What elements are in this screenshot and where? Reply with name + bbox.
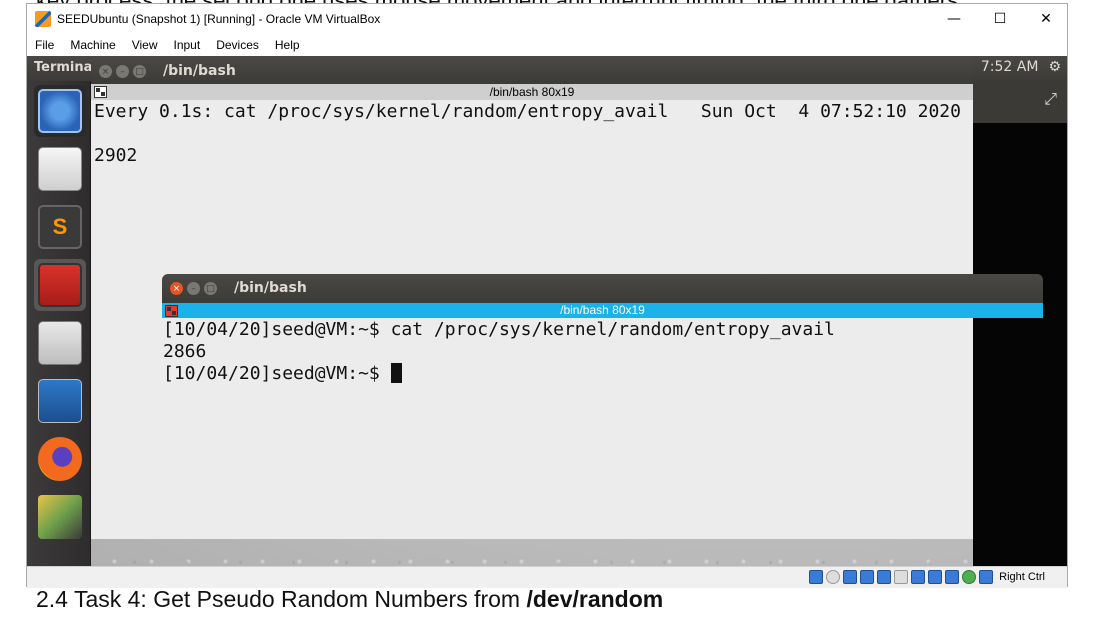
unity-launcher: S [27, 81, 91, 566]
menu-input[interactable]: Input [166, 34, 209, 56]
output-line: 2902 [94, 145, 138, 166]
heading-bold-path: /dev/random [526, 586, 664, 612]
document-heading: 2.4 Task 4: Get Pseudo Random Numbers fr… [36, 586, 663, 613]
shared-folders-icon[interactable] [894, 570, 909, 584]
prompt: [10/04/20]seed@VM:~$ [163, 363, 391, 384]
close-icon[interactable]: × [99, 65, 112, 78]
minimize-icon[interactable]: – [116, 65, 129, 78]
menu-help[interactable]: Help [267, 34, 308, 56]
virtualbox-window: SEEDUbuntu (Snapshot 1) [Running] - Orac… [26, 3, 1068, 588]
output-line: 2866 [163, 341, 207, 362]
status-bar: Right Ctrl [27, 566, 1067, 588]
menu-view[interactable]: View [124, 34, 166, 56]
terminator-icon[interactable] [34, 259, 86, 311]
close-icon[interactable]: × [170, 282, 183, 295]
menu-machine[interactable]: Machine [62, 34, 123, 56]
terminal-title: /bin/bash [163, 63, 236, 79]
window-title: SEEDUbuntu (Snapshot 1) [Running] - Orac… [57, 12, 381, 26]
terminal-title: /bin/bash [234, 280, 307, 296]
host-key-label: Right Ctrl [999, 571, 1045, 583]
ubuntu-dash-icon[interactable] [34, 85, 86, 137]
sublime-text-icon[interactable]: S [34, 201, 86, 253]
optical-drive-icon[interactable] [826, 570, 841, 584]
prompt-line[interactable]: [10/04/20]seed@VM:~$ [163, 363, 1043, 385]
guest-additions-icon[interactable] [962, 570, 977, 584]
tab-title: /bin/bash 80x19 [489, 85, 575, 99]
output-line: Every 0.1s: cat /proc/sys/kernel/random/… [94, 101, 961, 122]
clock[interactable]: 7:52 AM [981, 59, 1039, 75]
minimize-icon[interactable]: – [187, 282, 200, 295]
guest-screen[interactable]: Terminator ⇅ En 🔊︎ 7:52 AM ⚙ S [27, 56, 1067, 566]
settings-gear-icon[interactable]: ⚙ [1048, 59, 1061, 75]
menu-devices[interactable]: Devices [208, 34, 267, 56]
keyboard-capture-icon[interactable] [979, 570, 994, 584]
terminal-tab[interactable]: /bin/bash 80x19 [91, 84, 973, 100]
close-button[interactable]: ✕ [1023, 4, 1069, 34]
top-pane-strip: ⤢ [973, 81, 1067, 123]
menu-file[interactable]: File [27, 34, 62, 56]
maximize-button[interactable]: ☐ [977, 4, 1023, 34]
wireshark-icon[interactable] [34, 375, 86, 427]
usb-icon[interactable] [877, 570, 892, 584]
hard-disk-icon[interactable] [809, 570, 824, 584]
terminal-window-bash[interactable]: × – □ /bin/bash /bin/bash 80x19 [10/04/2… [162, 274, 1043, 566]
text-cursor [390, 363, 402, 383]
menu-bar: File Machine View Input Devices Help [27, 34, 1067, 56]
output-line: [10/04/20]seed@VM:~$ cat /proc/sys/kerne… [163, 319, 835, 340]
file-manager-icon[interactable] [34, 317, 86, 369]
minimize-button[interactable]: — [931, 4, 977, 34]
virtualbox-titlebar[interactable]: SEEDUbuntu (Snapshot 1) [Running] - Orac… [27, 4, 1067, 34]
virtualbox-logo-icon [35, 11, 51, 27]
text-editor-icon[interactable] [34, 143, 86, 195]
maximize-icon[interactable]: □ [133, 65, 146, 78]
expand-icon[interactable]: ⤢ [1044, 91, 1057, 109]
workspace-switcher-icon[interactable] [34, 491, 86, 543]
tab-title: /bin/bash 80x19 [560, 303, 645, 317]
audio-icon[interactable] [843, 570, 858, 584]
terminal-output[interactable]: [10/04/20]seed@VM:~$ cat /proc/sys/kerne… [162, 319, 1043, 566]
terminal-titlebar[interactable]: × – □ /bin/bash [91, 59, 973, 84]
cpu-icon[interactable] [945, 570, 960, 584]
terminal-titlebar[interactable]: × – □ /bin/bash [162, 274, 1043, 303]
network-adapter-icon[interactable] [860, 570, 875, 584]
video-capture-icon[interactable] [928, 570, 943, 584]
maximize-icon[interactable]: □ [204, 282, 217, 295]
terminal-tab[interactable]: /bin/bash 80x19 [162, 303, 1043, 318]
heading-text: 2.4 Task 4: Get Pseudo Random Numbers fr… [36, 586, 527, 612]
display-icon[interactable] [911, 570, 926, 584]
firefox-icon[interactable] [34, 433, 86, 485]
